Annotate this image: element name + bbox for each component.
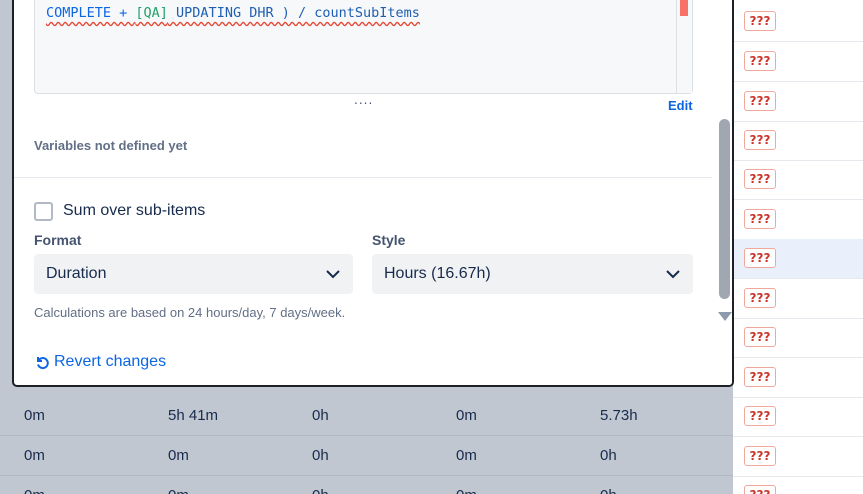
unknown-badge: ??? (744, 485, 776, 494)
table-cell: 0m (456, 487, 477, 494)
unknown-badge: ??? (744, 11, 776, 31)
format-select[interactable]: Duration (34, 254, 353, 294)
table-cell: 0h (312, 447, 329, 464)
table-cell: 0m (24, 447, 45, 464)
list-item[interactable]: ??? (733, 279, 863, 319)
right-status-column: ??? ??? ??? ??? ??? ??? ??? ??? ??? ??? … (733, 0, 863, 494)
formula-editor[interactable]: COMPLETE + [QA] UPDATING DHR ) / countSu… (34, 0, 693, 94)
dialog-scrollbar[interactable] (716, 0, 732, 385)
formula-code-line[interactable]: COMPLETE + [QA] UPDATING DHR ) / countSu… (46, 5, 420, 21)
revert-changes-button[interactable]: Revert changes (34, 353, 166, 371)
editor-scrollbar[interactable] (676, 0, 692, 93)
list-item[interactable]: ??? (733, 200, 863, 240)
style-select[interactable]: Hours (16.67h) (372, 254, 693, 294)
table-cell: 0m (168, 447, 189, 464)
list-item[interactable]: ??? (733, 318, 863, 358)
unknown-badge: ??? (744, 130, 776, 150)
table-cell: 0h (600, 487, 617, 494)
variables-message: Variables not defined yet (34, 138, 188, 153)
table-row[interactable]: 0m 5h 41m 0h 0m 5.73h (0, 396, 733, 436)
table-cell: 0h (600, 447, 617, 464)
style-select-value: Hours (16.67h) (384, 265, 491, 282)
unknown-badge: ??? (744, 288, 776, 308)
table-row[interactable]: 0m 0m 0h 0m 0h (0, 476, 733, 494)
list-item[interactable]: ??? (733, 121, 863, 161)
table-cell: 5h 41m (168, 407, 219, 424)
unknown-badge: ??? (744, 209, 776, 229)
revert-changes-label: Revert changes (54, 353, 167, 370)
format-select-value: Duration (46, 265, 107, 282)
unknown-badge: ??? (744, 248, 776, 268)
unknown-badge: ??? (744, 51, 776, 71)
editor-scroll-thumb[interactable] (680, 0, 688, 16)
list-item[interactable]: ??? (733, 82, 863, 122)
unknown-badge: ??? (744, 367, 776, 387)
table-cell: 5.73h (600, 407, 638, 424)
list-item[interactable]: ??? (733, 437, 863, 477)
table-cell: 0m (456, 447, 477, 464)
table-row[interactable]: 0m 0m 0h 0m 0h (0, 436, 733, 476)
divider (14, 177, 712, 178)
formula-settings-dialog: COMPLETE + [QA] UPDATING DHR ) / countSu… (12, 0, 734, 387)
unknown-badge: ??? (744, 91, 776, 111)
list-item[interactable]: ??? (733, 358, 863, 398)
list-item[interactable]: ??? (733, 42, 863, 82)
table-cell: 0m (456, 407, 477, 424)
duration-table: 0m 5h 41m 0h 0m 5.73h 0m 0m 0h 0m 0h 0m … (0, 396, 733, 494)
list-item[interactable]: ??? (733, 160, 863, 200)
style-label: Style (372, 232, 406, 248)
list-item[interactable]: ??? (733, 2, 863, 42)
unknown-badge: ??? (744, 446, 776, 466)
chevron-down-icon (326, 270, 340, 279)
scroll-down-arrow-icon[interactable] (718, 312, 732, 321)
list-item[interactable]: ??? (733, 397, 863, 437)
sum-over-subitems-checkbox[interactable] (34, 202, 53, 221)
list-item[interactable]: ??? (733, 476, 863, 494)
sum-over-subitems-label[interactable]: Sum over sub-items (63, 202, 205, 220)
table-cell: 0m (24, 407, 45, 424)
code-token-bracket: [QA] (135, 5, 168, 21)
undo-icon (37, 357, 49, 369)
unknown-badge: ??? (744, 327, 776, 347)
list-item-highlighted[interactable]: ??? (733, 239, 863, 279)
unknown-badge: ??? (744, 169, 776, 189)
chevron-down-icon (666, 270, 680, 279)
table-cell: 0m (168, 487, 189, 494)
table-cell: 0m (24, 487, 45, 494)
edit-link[interactable]: Edit (668, 98, 693, 113)
table-cell: 0h (312, 487, 329, 494)
dialog-scroll-thumb[interactable] (719, 119, 730, 299)
code-token: COMPLETE + (46, 5, 136, 21)
table-cell: 0h (312, 407, 329, 424)
resize-handle[interactable]: .... (354, 93, 373, 107)
calculation-note: Calculations are based on 24 hours/day, … (34, 305, 346, 320)
code-token: UPDATING DHR ) / countSubItems (167, 5, 420, 21)
unknown-badge: ??? (744, 406, 776, 426)
format-label: Format (34, 232, 82, 248)
